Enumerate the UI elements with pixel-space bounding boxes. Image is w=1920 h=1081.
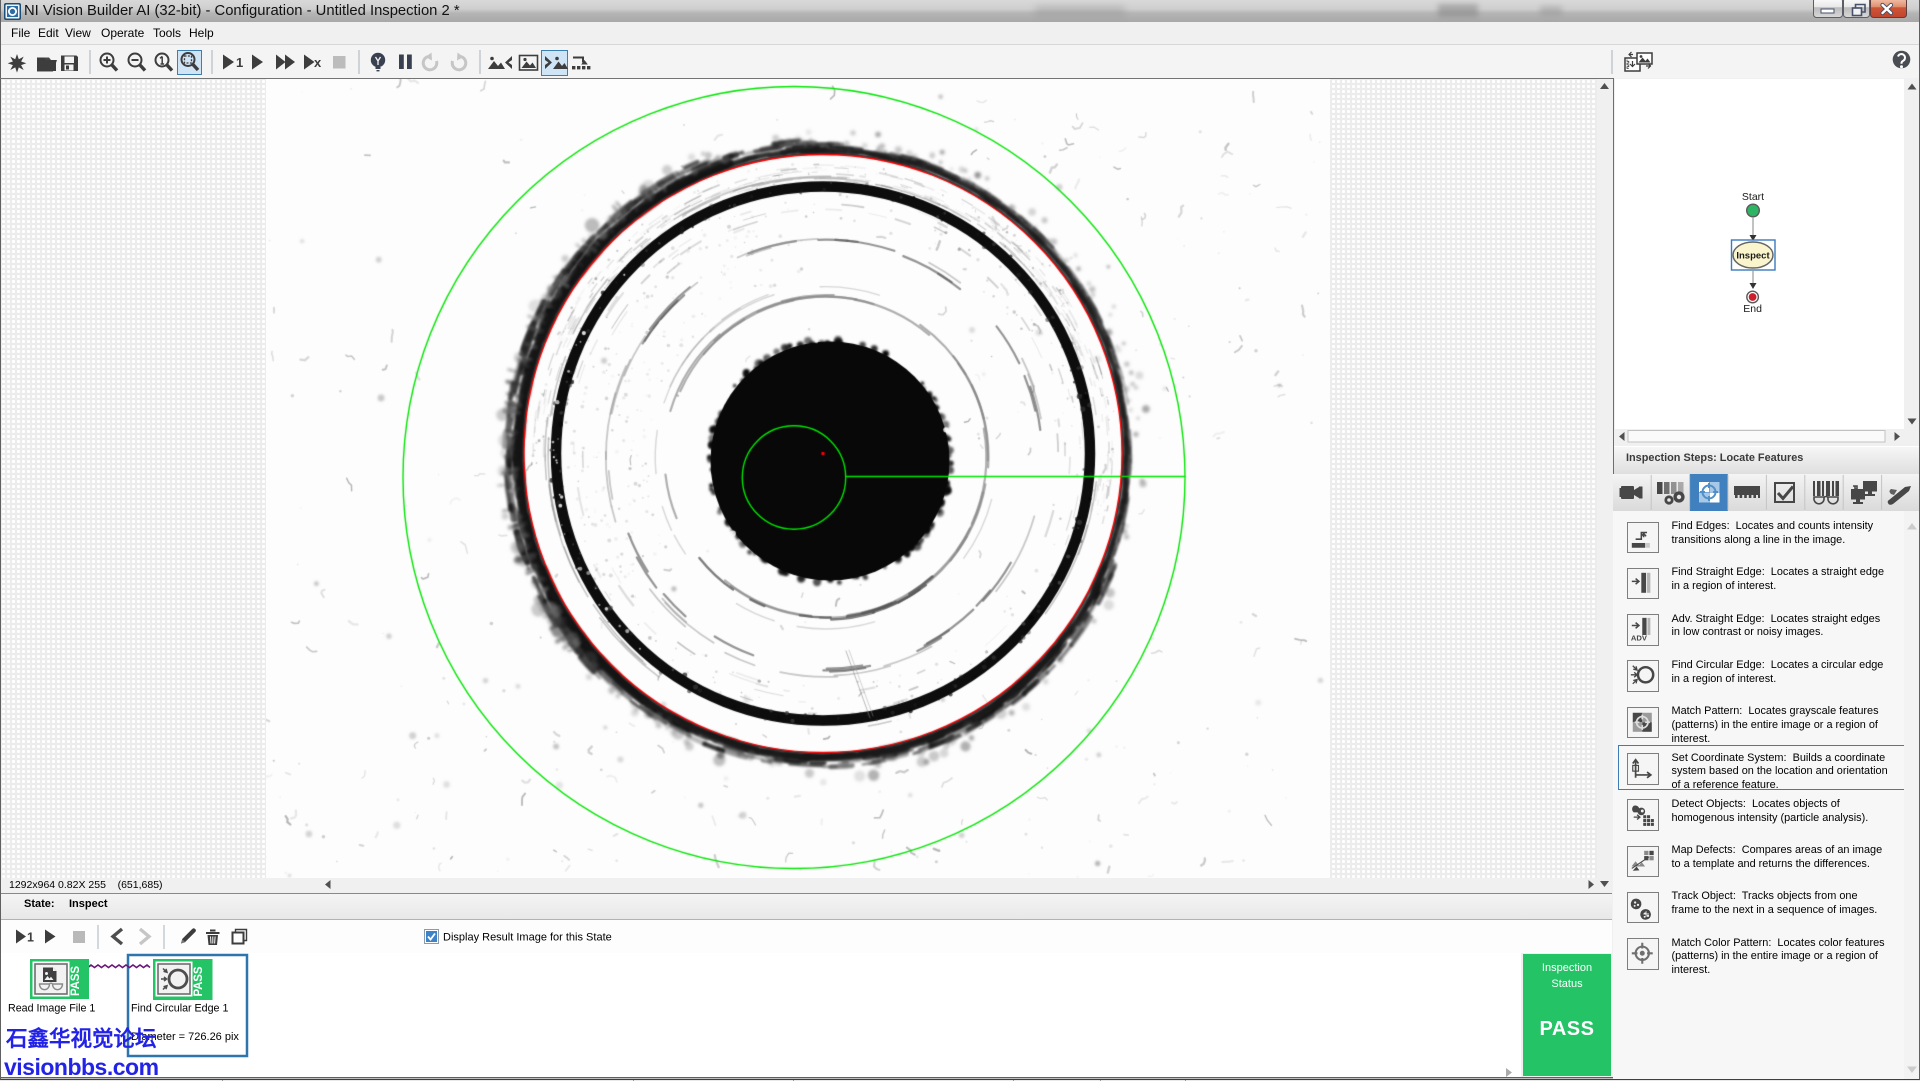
svg-text:End: End (1743, 303, 1762, 315)
svg-text:1: 1 (27, 931, 34, 945)
svg-text:PASS: PASS (193, 966, 205, 996)
svg-text:Inspect: Inspect (1736, 251, 1770, 262)
svg-text:Display Result Image for this: Display Result Image for this State (443, 932, 612, 944)
svg-text:x: x (314, 55, 322, 70)
svg-text:Read Image File 1: Read Image File 1 (8, 1003, 95, 1015)
svg-text:Start: Start (1742, 191, 1764, 203)
svg-text:1: 1 (236, 55, 243, 70)
svg-text:Find Circular Edge 1: Find Circular Edge 1 (131, 1003, 228, 1015)
svg-text:PASS: PASS (70, 966, 82, 996)
svg-text:ADV: ADV (1631, 634, 1648, 643)
